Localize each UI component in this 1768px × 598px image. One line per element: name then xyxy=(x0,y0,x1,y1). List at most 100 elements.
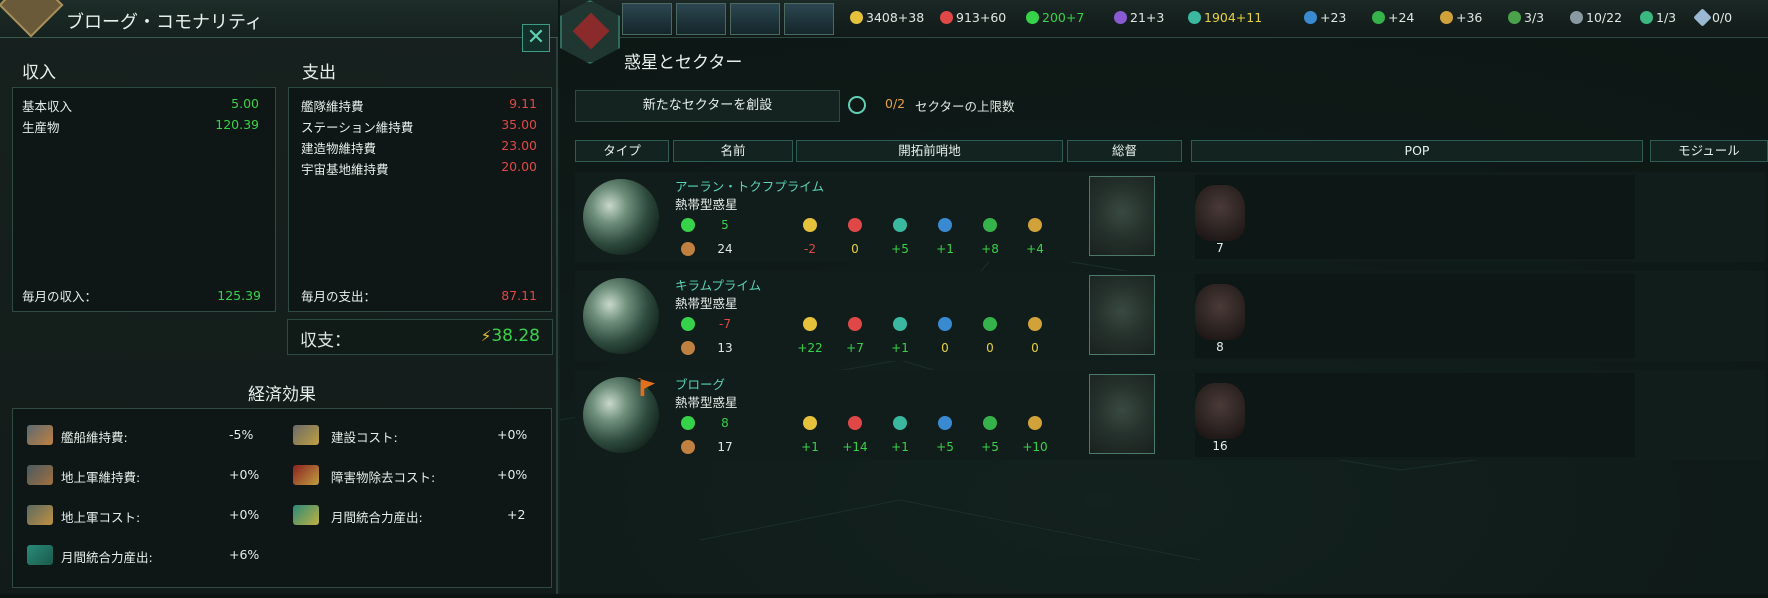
society-icon xyxy=(983,218,997,232)
sector-count: 0/2 xyxy=(885,96,906,111)
unity-resource[interactable]: 1904+11 xyxy=(1188,10,1262,25)
unity-value: +5 xyxy=(891,242,909,256)
column-pop[interactable]: POP xyxy=(1191,140,1643,162)
column-outpost[interactable]: 開拓前哨地 xyxy=(796,140,1063,162)
unity-icon xyxy=(1188,11,1201,24)
food-icon xyxy=(681,317,695,331)
government-button[interactable] xyxy=(622,3,672,35)
food-value: 5 xyxy=(721,218,729,232)
expense-label: 宇宙基地維持費 xyxy=(301,162,389,177)
planet-row[interactable]: キラムプライム 熱帯型惑星 -7 13 +22 +7 +1 0 0 0 8 xyxy=(575,271,1765,361)
economy-panel: ブローグ・コモナリティ ✕ 収入 支出 基本収入 5.00 生産物 120.39… xyxy=(0,0,558,594)
pop-species-icon[interactable] xyxy=(1195,383,1245,439)
effect-label: 地上軍コスト: xyxy=(61,510,141,525)
income-header: 収入 xyxy=(22,63,56,83)
physics-icon xyxy=(938,317,952,331)
panel-title: 惑星とセクター xyxy=(624,53,743,73)
food-icon xyxy=(1026,11,1039,24)
market-button[interactable] xyxy=(676,3,726,35)
ship-upkeep-icon xyxy=(27,425,53,445)
society-value: +8 xyxy=(981,242,999,256)
energy-resource[interactable]: 3408+38 xyxy=(850,10,924,25)
sector-count[interactable]: 0/0 xyxy=(1693,8,1732,27)
expense-value: 23.00 xyxy=(501,138,537,153)
stability-icon xyxy=(681,440,695,454)
unity-icon xyxy=(27,545,53,565)
column-modules[interactable]: モジュール xyxy=(1650,140,1768,162)
engineering-resource[interactable]: +36 xyxy=(1440,10,1482,25)
energy-icon xyxy=(803,416,817,430)
physics-value: 0 xyxy=(941,341,949,355)
minerals-resource[interactable]: 913+60 xyxy=(940,10,1006,25)
starbase-count[interactable]: 1/3 xyxy=(1640,10,1676,25)
engineering-value: 0 xyxy=(1031,341,1039,355)
effect-label: 地上軍維持費: xyxy=(61,470,141,485)
energy-icon xyxy=(803,317,817,331)
economic-effects-box: 艦船維持費: -5% 建設コスト: +0% 地上軍維持費: +0% 障害物除去コ… xyxy=(12,408,552,588)
physics-value: +5 xyxy=(936,440,954,454)
balance-amount: 38.28 xyxy=(491,326,540,346)
effect-label: 障害物除去コスト: xyxy=(331,470,436,485)
planet-row[interactable]: アーラン・トクフプライム 熱帯型惑星 5 24 -2 0 +5 +1 +8 +4… xyxy=(575,172,1765,262)
effects-header: 経済効果 xyxy=(248,385,316,405)
column-type[interactable]: タイプ xyxy=(575,140,669,162)
minerals-icon xyxy=(848,317,862,331)
planet-row[interactable]: ブローグ 熱帯型惑星 8 17 +1 +14 +1 +5 +5 +10 16 xyxy=(575,370,1765,460)
planet-name: アーラン・トクフプライム xyxy=(675,179,825,194)
effect-label: 月間統合力産出: xyxy=(61,550,153,565)
expense-header: 支出 xyxy=(302,63,336,83)
resource-value: +24 xyxy=(1388,10,1415,25)
energy-value: -2 xyxy=(804,242,816,256)
physics-icon xyxy=(938,416,952,430)
resource-value: 21+3 xyxy=(1130,10,1165,25)
pop-count: 16 xyxy=(1212,439,1228,453)
minerals-value: +7 xyxy=(846,341,864,355)
new-sector-button[interactable]: 新たなセクターを創設 xyxy=(575,90,840,122)
resource-value: 1904+11 xyxy=(1204,10,1263,25)
pop-species-icon[interactable] xyxy=(1195,284,1245,340)
effect-value: +0% xyxy=(497,467,528,482)
planets-count[interactable]: 3/3 xyxy=(1508,10,1544,25)
research-button[interactable] xyxy=(730,3,780,35)
society-value: 0 xyxy=(986,341,994,355)
income-label: 生産物 xyxy=(22,120,60,135)
situation-button[interactable] xyxy=(784,3,834,35)
physics-icon xyxy=(938,218,952,232)
income-total-value: 125.39 xyxy=(217,288,261,303)
income-value: 5.00 xyxy=(231,96,259,111)
governor-portrait[interactable] xyxy=(1089,176,1155,256)
unity-icon xyxy=(893,218,907,232)
resource-value: 3/3 xyxy=(1524,10,1545,25)
effect-value: +0% xyxy=(229,507,260,522)
planet-name: キラムプライム xyxy=(675,278,762,293)
society-icon xyxy=(983,317,997,331)
society-resource[interactable]: +24 xyxy=(1372,10,1414,25)
sector-icon xyxy=(1693,8,1712,27)
close-icon: ✕ xyxy=(526,25,546,50)
planet-type: 熱帯型惑星 xyxy=(675,395,738,410)
expense-total-label: 毎月の支出： xyxy=(301,289,377,304)
minerals-value: 0 xyxy=(851,242,859,256)
column-name[interactable]: 名前 xyxy=(673,140,793,162)
influence-resource[interactable]: 21+3 xyxy=(1114,10,1164,25)
physics-resource[interactable]: +23 xyxy=(1304,10,1346,25)
column-governor[interactable]: 総督 xyxy=(1067,140,1182,162)
minerals-value: +14 xyxy=(842,440,868,454)
food-resource[interactable]: 200+7 xyxy=(1026,10,1084,25)
planet-name: ブローグ xyxy=(675,377,726,392)
expense-value: 20.00 xyxy=(501,159,537,174)
income-value: 120.39 xyxy=(215,117,259,132)
starbase-icon xyxy=(1640,11,1653,24)
fleet-count[interactable]: 10/22 xyxy=(1570,10,1622,25)
governor-portrait[interactable] xyxy=(1089,374,1155,454)
balance-value: ⚡38.28 xyxy=(481,326,540,346)
income-label: 基本収入 xyxy=(22,99,73,114)
governor-portrait[interactable] xyxy=(1089,275,1155,355)
engineering-icon xyxy=(1028,218,1042,232)
balance-box: 収支： ⚡38.28 xyxy=(287,319,553,355)
unity-plus-icon xyxy=(293,505,319,525)
pop-species-icon[interactable] xyxy=(1195,185,1245,241)
expense-label: 建造物維持費 xyxy=(301,141,377,156)
close-button[interactable]: ✕ xyxy=(522,24,550,52)
minerals-icon xyxy=(848,416,862,430)
